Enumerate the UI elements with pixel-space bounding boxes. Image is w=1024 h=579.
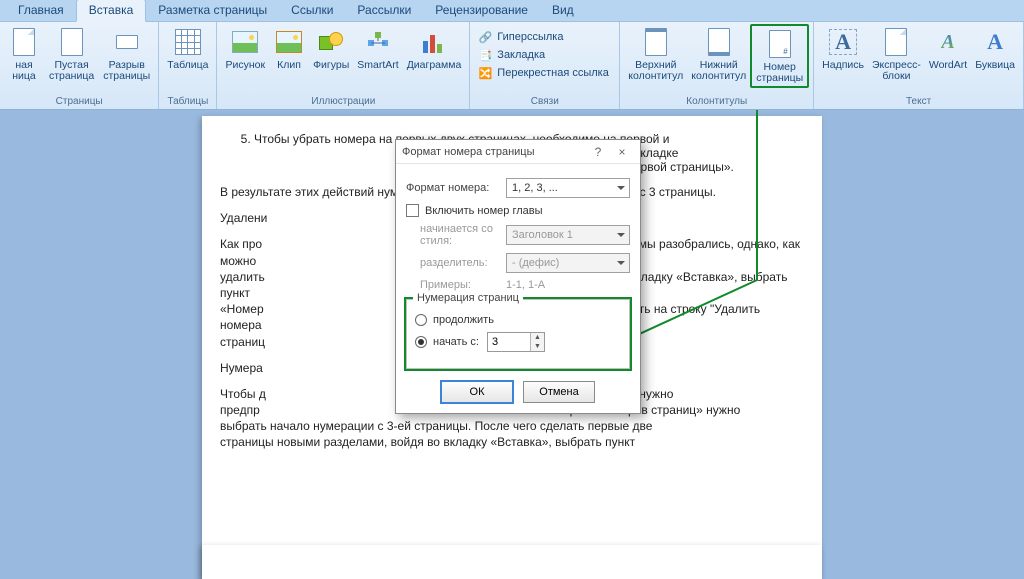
footer-button[interactable]: Нижний колонтитул (687, 24, 750, 84)
separator-label: разделитель: (406, 257, 506, 269)
blank-page-button[interactable]: Пустая страница (44, 24, 99, 84)
group-label: Таблицы (163, 96, 212, 109)
group-label: Связи (474, 96, 615, 109)
hyperlink-button[interactable]: 🔗 Гиперссылка (474, 28, 566, 46)
include-chapter-label: Включить номер главы (425, 205, 543, 217)
wordart-icon: A (932, 26, 964, 58)
quickparts-button[interactable]: Экспресс-блоки (868, 24, 925, 84)
picture-button[interactable]: Рисунок (221, 24, 269, 73)
group-text: A Надпись Экспресс-блоки A WordArt A Бук… (814, 22, 1024, 109)
bookmark-button[interactable]: 📑 Закладка (474, 46, 548, 64)
fieldset-legend: Нумерация страниц (413, 292, 523, 304)
dialog-titlebar[interactable]: Формат номера страницы ? × (396, 140, 640, 164)
spin-up-icon[interactable]: ▲ (531, 333, 544, 342)
page-icon (8, 26, 40, 58)
start-at-spinner[interactable]: ▲▼ (487, 332, 545, 352)
examples-label: Примеры: (406, 279, 506, 291)
tab-вид[interactable]: Вид (540, 0, 586, 21)
page-break-button[interactable]: Разрыв страницы (99, 24, 154, 84)
bookmark-icon: 📑 (477, 47, 493, 63)
clip-button[interactable]: Клип (269, 24, 309, 73)
dropcap-icon: A (979, 26, 1011, 58)
number-format-select[interactable]: 1, 2, 3, ... (506, 178, 630, 198)
cancel-button[interactable]: Отмена (523, 381, 595, 403)
continue-radio[interactable] (415, 314, 427, 326)
group-links: 🔗 Гиперссылка 📑 Закладка 🔀 Перекрестная … (470, 22, 620, 109)
dropcap-button[interactable]: A Буквица (971, 24, 1019, 73)
group-label: Текст (818, 96, 1019, 109)
picture-icon (229, 26, 261, 58)
quickparts-icon (880, 26, 912, 58)
crossref-icon: 🔀 (477, 65, 493, 81)
ribbon-tabs: ГлавнаяВставкаРазметка страницыСсылкиРас… (0, 0, 1024, 22)
group-label: Страницы (4, 96, 154, 109)
page-number-button[interactable]: # Номер страницы (750, 24, 809, 88)
chart-icon (418, 26, 450, 58)
tab-вставка[interactable]: Вставка (76, 0, 147, 22)
page-number-format-dialog: Формат номера страницы ? × Формат номера… (395, 139, 641, 414)
ribbon: ная ница Пустая страница Разрыв страницы… (0, 22, 1024, 110)
include-chapter-checkbox[interactable] (406, 204, 419, 217)
shapes-icon (315, 26, 347, 58)
start-at-label: начать с: (433, 336, 479, 348)
group-label: Колонтитулы (624, 96, 809, 109)
header-button[interactable]: Верхний колонтитул (624, 24, 687, 84)
starts-style-select: Заголовок 1 (506, 225, 630, 245)
textbox-button[interactable]: A Надпись (818, 24, 868, 73)
tab-главная[interactable]: Главная (6, 0, 76, 21)
group-header-footer: Верхний колонтитул Нижний колонтитул # Н… (620, 22, 814, 109)
separator-select: - (дефис) (506, 253, 630, 273)
format-label: Формат номера: (406, 182, 506, 194)
chart-button[interactable]: Диаграмма (403, 24, 466, 73)
group-tables: Таблица Таблицы (159, 22, 217, 109)
cover-page-button[interactable]: ная ница (4, 24, 44, 84)
start-at-input[interactable] (488, 333, 530, 351)
group-pages: ная ница Пустая страница Разрыв страницы… (0, 22, 159, 109)
table-icon (172, 26, 204, 58)
footer-icon (703, 26, 735, 58)
dialog-title: Формат номера страницы (402, 146, 586, 158)
table-button[interactable]: Таблица (163, 24, 212, 73)
crossref-button[interactable]: 🔀 Перекрестная ссылка (474, 64, 612, 82)
smartart-icon (362, 26, 394, 58)
examples-value: 1-1, 1-A (506, 279, 545, 291)
start-at-radio[interactable] (415, 336, 427, 348)
next-page-peek (202, 545, 822, 579)
tab-ссылки[interactable]: Ссылки (279, 0, 345, 21)
ok-button[interactable]: ОК (441, 381, 513, 403)
tab-разметка страницы[interactable]: Разметка страницы (146, 0, 279, 21)
shapes-button[interactable]: Фигуры (309, 24, 353, 73)
group-label: Иллюстрации (221, 96, 465, 109)
header-icon (640, 26, 672, 58)
smartart-button[interactable]: SmartArt (353, 24, 402, 73)
continue-label: продолжить (433, 314, 494, 326)
wordart-button[interactable]: A WordArt (925, 24, 971, 73)
help-icon[interactable]: ? (586, 145, 610, 159)
page-icon (56, 26, 88, 58)
page-number-icon: # (764, 28, 796, 60)
textbox-icon: A (827, 26, 859, 58)
group-illustrations: Рисунок Клип Фигуры SmartArt Диаграмма И (217, 22, 470, 109)
starts-style-label: начинается со стиля: (406, 223, 506, 247)
tab-рассылки[interactable]: Рассылки (345, 0, 423, 21)
page-break-icon (111, 26, 143, 58)
clip-icon (273, 26, 305, 58)
hyperlink-icon: 🔗 (477, 29, 493, 45)
spin-down-icon[interactable]: ▼ (531, 342, 544, 351)
tab-рецензирование[interactable]: Рецензирование (423, 0, 540, 21)
close-icon[interactable]: × (610, 145, 634, 159)
page-numbering-fieldset: Нумерация страниц продолжить начать с: ▲… (406, 299, 630, 369)
